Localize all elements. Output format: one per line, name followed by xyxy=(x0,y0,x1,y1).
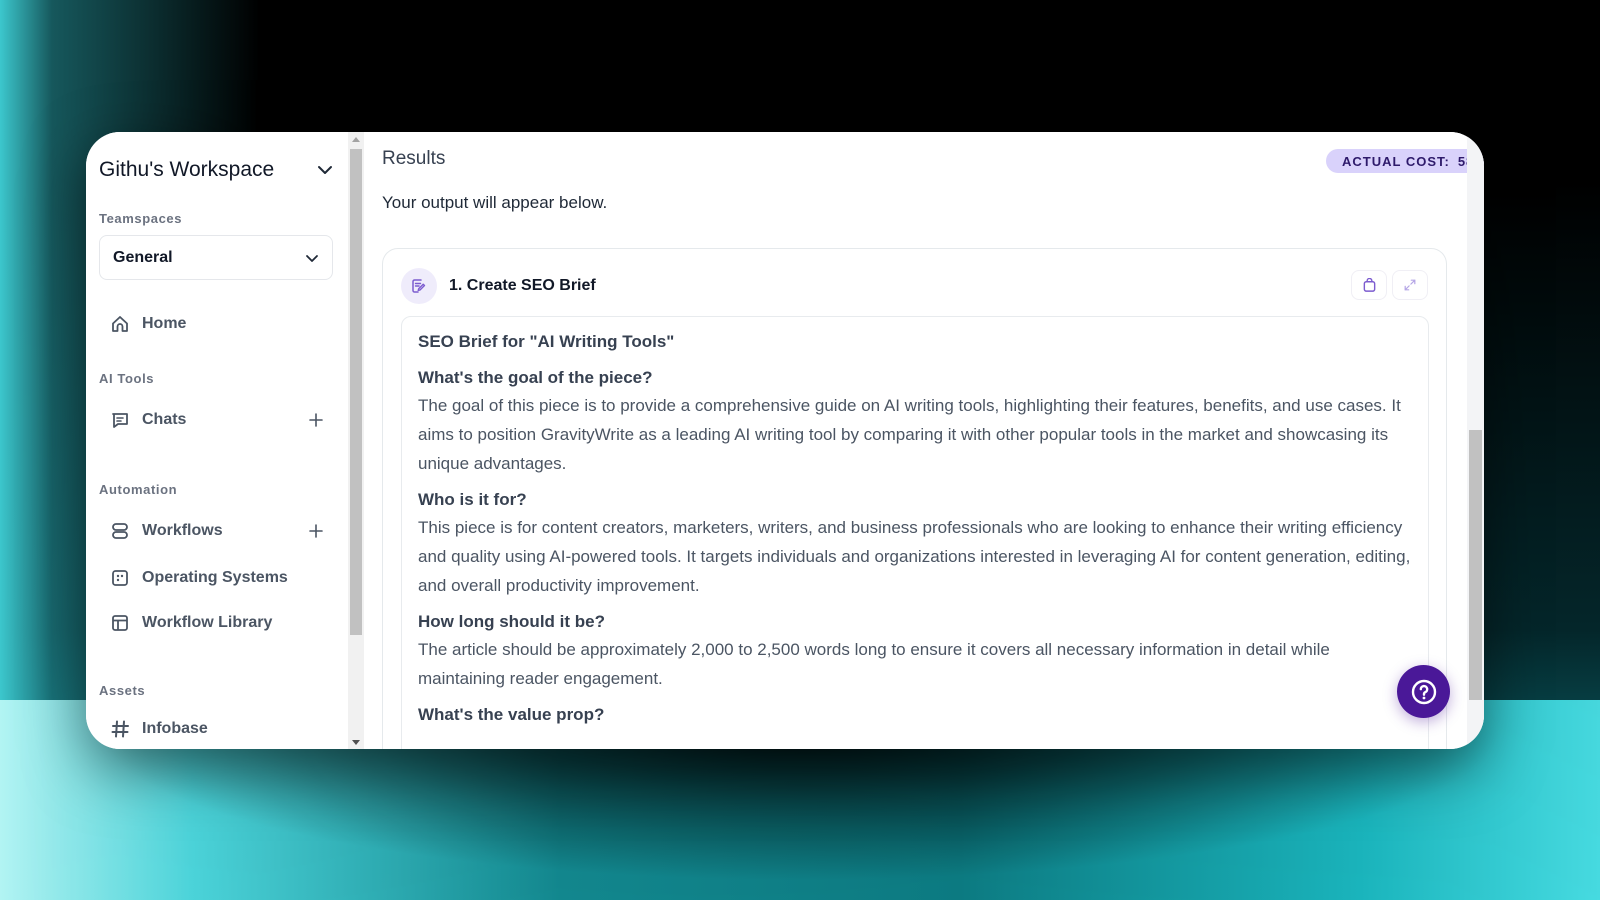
workspace-switcher[interactable]: Githu's Workspace xyxy=(99,156,335,184)
add-chat-icon[interactable] xyxy=(308,412,324,428)
teamspace-select[interactable]: General xyxy=(99,235,333,280)
card-actions xyxy=(1351,270,1428,300)
results-title: Results xyxy=(382,148,446,169)
help-icon xyxy=(1411,679,1436,704)
results-subtitle: Your output will appear below. xyxy=(382,193,608,212)
brief-answer: The article should be approximately 2,00… xyxy=(418,640,1330,688)
sidebar-item-label: Infobase xyxy=(142,720,208,737)
step-header: 1. Create SEO Brief xyxy=(401,268,596,304)
sidebar-item-operating-systems[interactable]: Operating Systems xyxy=(110,561,324,595)
scroll-down-arrow-icon[interactable] xyxy=(352,740,360,745)
sidebar-item-infobase[interactable]: Infobase xyxy=(110,712,324,746)
copy-button[interactable] xyxy=(1351,270,1387,300)
brief-answer: The goal of this piece is to provide a c… xyxy=(418,396,1401,473)
sidebar-item-label: Chats xyxy=(142,411,187,428)
home-icon xyxy=(110,314,130,334)
brief-question: What's the goal of the piece? xyxy=(418,368,653,387)
chevron-down-icon xyxy=(318,166,332,174)
ai-tools-label: AI Tools xyxy=(99,371,155,386)
cost-badge: ACTUAL COST: 58 CREDITS xyxy=(1326,149,1484,173)
sidebar-item-home[interactable]: Home xyxy=(110,307,324,341)
automation-label: Automation xyxy=(99,482,178,497)
results-panel: Results ACTUAL COST: 58 CREDITS Your out… xyxy=(364,132,1484,749)
main-scrollbar-thumb[interactable] xyxy=(1469,430,1482,700)
chevron-down-icon xyxy=(306,254,318,262)
expand-button[interactable] xyxy=(1392,270,1428,300)
expand-icon xyxy=(1404,279,1416,291)
sidebar: Githu's Workspace Teamspaces General Hom… xyxy=(86,132,348,749)
brief-content: SEO Brief for "AI Writing Tools" What's … xyxy=(401,316,1429,749)
step-title: 1. Create SEO Brief xyxy=(449,277,596,294)
teamspace-value: General xyxy=(113,248,173,266)
sidebar-item-label: Home xyxy=(142,315,187,332)
sidebar-item-label: Workflows xyxy=(142,522,223,539)
step-result-card: 1. Create SEO Brief SEO Brief for "AI Wr… xyxy=(382,248,1447,749)
brief-question: What's the value prop? xyxy=(418,705,605,724)
clipboard-icon xyxy=(1363,277,1375,292)
app-window: Githu's Workspace Teamspaces General Hom… xyxy=(86,132,1484,749)
sidebar-scrollbar[interactable] xyxy=(348,132,364,749)
help-button[interactable] xyxy=(1397,665,1450,718)
chat-icon xyxy=(110,410,130,430)
brief-answer: This piece is for content creators, mark… xyxy=(418,518,1411,595)
brief-title: SEO Brief for "AI Writing Tools" xyxy=(418,332,675,351)
hash-icon xyxy=(110,719,130,739)
workspace-title: Githu's Workspace xyxy=(99,158,275,181)
brief-question: Who is it for? xyxy=(418,490,527,509)
sidebar-scrollbar-thumb[interactable] xyxy=(350,149,362,635)
add-workflow-icon[interactable] xyxy=(308,523,324,539)
operating-systems-icon xyxy=(110,568,130,588)
teamspaces-label: Teamspaces xyxy=(99,211,183,226)
cost-label: ACTUAL COST: xyxy=(1342,153,1450,169)
scroll-up-arrow-icon[interactable] xyxy=(352,137,360,142)
sidebar-item-chats[interactable]: Chats xyxy=(110,403,324,437)
library-icon xyxy=(110,613,130,633)
assets-label: Assets xyxy=(99,683,146,698)
main-scrollbar[interactable] xyxy=(1467,132,1484,749)
brief-question: How long should it be? xyxy=(418,612,605,631)
sidebar-item-workflows[interactable]: Workflows xyxy=(110,514,324,548)
sidebar-item-label: Workflow Library xyxy=(142,614,273,631)
sidebar-item-workflow-library[interactable]: Workflow Library xyxy=(110,606,324,640)
workflows-icon xyxy=(110,521,130,541)
sidebar-item-label: Operating Systems xyxy=(142,569,288,586)
edit-document-icon xyxy=(401,268,437,304)
